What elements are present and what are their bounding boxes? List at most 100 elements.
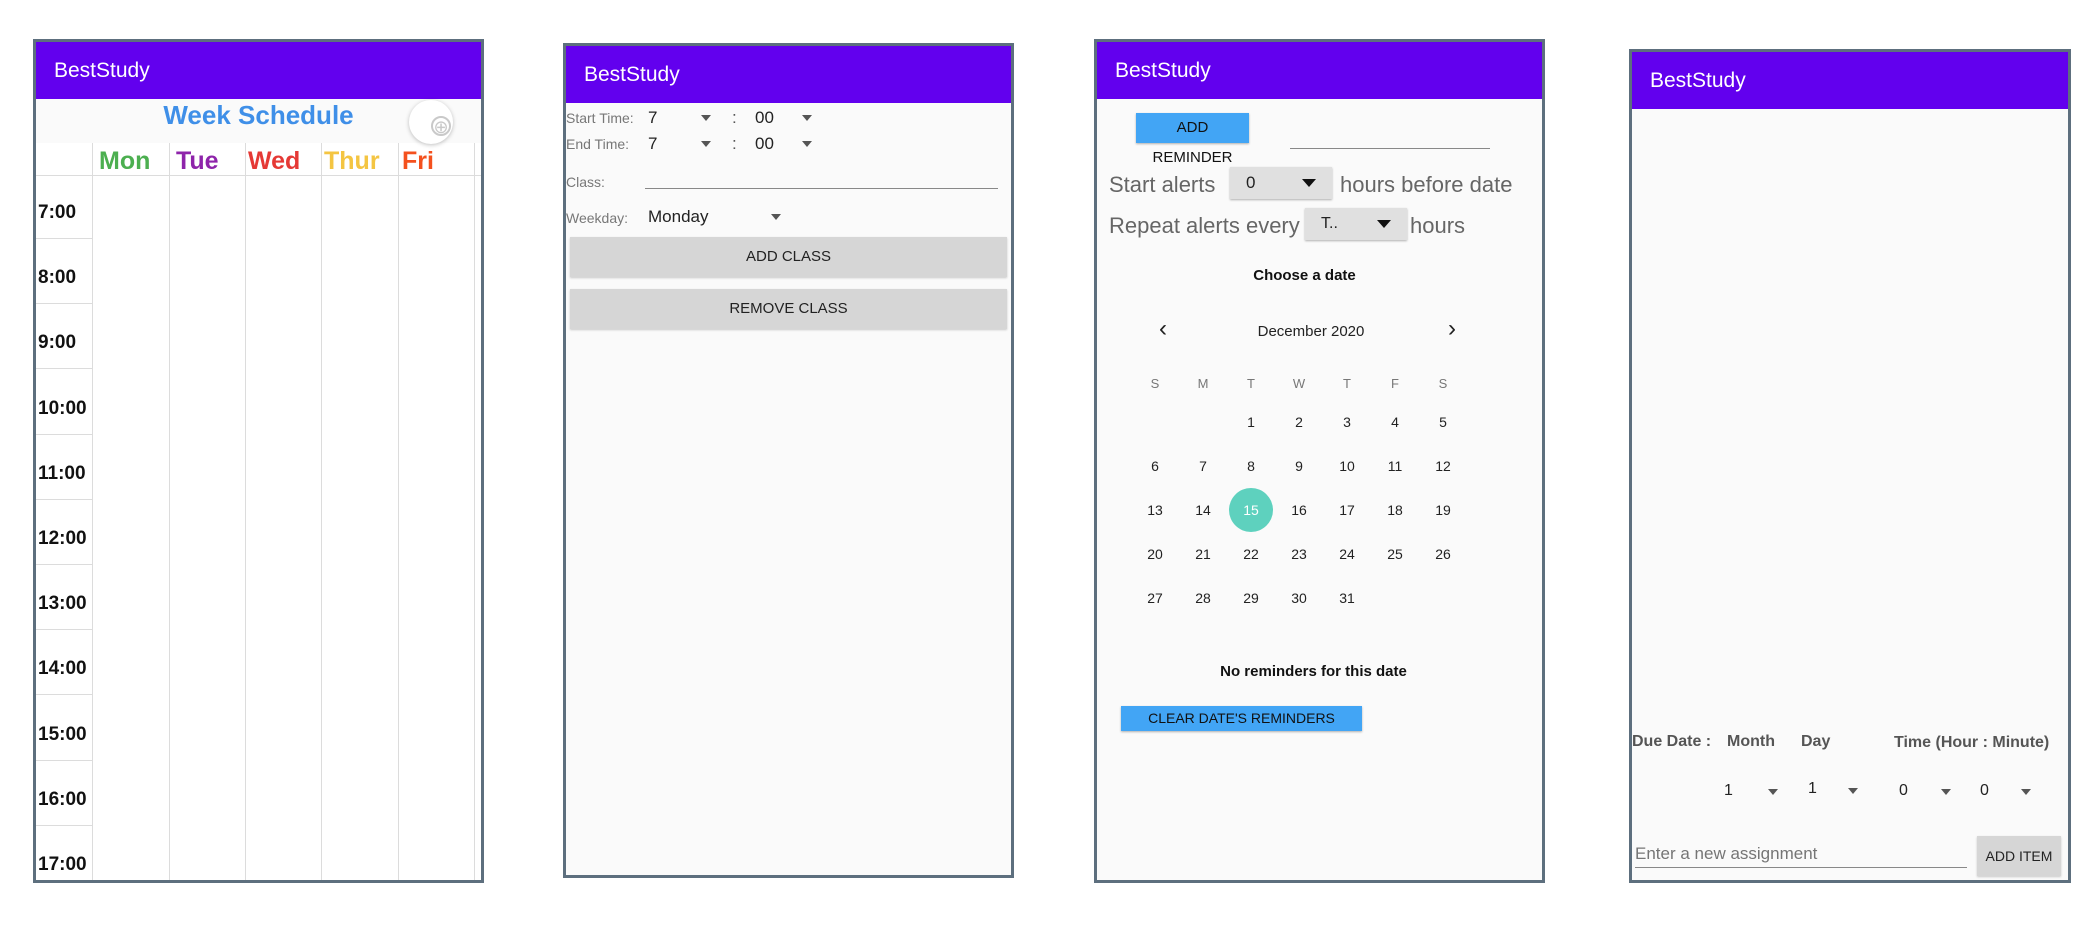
calendar-day[interactable]: 21 [1181,532,1225,576]
day-header-tue: Tue [176,147,219,175]
assignments-screen: BestStudy Due Date : Month Day Time (Hou… [1629,49,2071,883]
minute-value: 0 [1980,782,1989,799]
calendar-day[interactable]: 4 [1373,400,1417,444]
clear-reminders-button[interactable]: CLEAR DATE'S REMINDERS [1121,706,1362,731]
weekday-header: W [1292,376,1306,391]
calendar-day[interactable]: 17 [1325,488,1369,532]
calendar-day[interactable]: 29 [1229,576,1273,620]
assignment-input[interactable] [1635,841,1967,868]
hour-label: 11:00 [38,462,86,484]
time-separator: : [732,134,737,153]
dropdown-arrow-icon [802,141,812,147]
dropdown-arrow-icon [701,141,711,147]
start-time-label: Start Time: [566,110,634,126]
end-hour-value: 7 [648,134,658,153]
calendar-day[interactable]: 18 [1373,488,1417,532]
class-name-input[interactable] [645,166,998,189]
calendar-day[interactable]: 30 [1277,576,1321,620]
hour-value: 0 [1899,782,1908,799]
dropdown-arrow-icon [1768,789,1778,795]
calendar-day[interactable]: 25 [1373,532,1417,576]
reminder-text-input[interactable] [1290,124,1490,149]
day-header-thur: Thur [324,147,380,175]
start-alerts-label: Start alerts [1109,172,1216,197]
hour-label: 12:00 [38,528,87,549]
hour-divider [36,433,92,435]
crosshair-icon: ⊕ [431,116,451,136]
weekday-header: S [1438,376,1448,391]
end-time-label: End Time: [566,136,630,152]
weekday-spinner[interactable]: Monday [648,207,783,227]
calendar-day[interactable]: 27 [1133,576,1177,620]
month-spinner[interactable]: 1 [1718,780,1788,802]
hour-divider [36,238,92,239]
calendar-day[interactable]: 10 [1325,444,1369,488]
calendar-day[interactable]: 2 [1277,400,1321,444]
schedule-action-button[interactable]: ⊕ [409,100,453,144]
calendar-month-label: December 2020 [1257,323,1365,340]
calendar-day[interactable]: 5 [1421,400,1465,444]
calendar-day[interactable]: 24 [1325,532,1369,576]
calendar-day[interactable]: 6 [1133,444,1177,488]
day-spinner[interactable]: 1 [1802,780,1872,802]
day-label: Day [1801,733,1831,750]
end-minute-spinner[interactable]: 00 [755,134,819,154]
grid-column-line [474,143,475,880]
repeat-alerts-spinner[interactable]: T.. [1305,208,1407,240]
add-item-button[interactable]: ADD ITEM [1977,836,2061,876]
minute-spinner[interactable]: 0 [1974,780,2044,802]
repeat-alerts-value: T.. [1321,215,1338,232]
add-reminder-button[interactable]: ADD REMINDER [1136,113,1249,166]
calendar-day[interactable]: 16 [1277,488,1321,532]
day-header-mon: Mon [99,147,151,175]
calendar-day[interactable]: 28 [1181,576,1225,620]
calendar-day[interactable]: 7 [1181,444,1225,488]
calendar-day[interactable]: 3 [1325,400,1369,444]
app-bar-title: BestStudy [1097,42,1542,99]
add-class-button[interactable]: ADD CLASS [570,237,1007,277]
hour-label: 13:00 [38,593,87,615]
calendar-day[interactable]: 8 [1229,444,1273,488]
grid-column-line [92,143,93,880]
calendar-day[interactable]: 31 [1325,576,1369,620]
calendar-day[interactable]: 14 [1181,488,1225,532]
calendar-day[interactable]: 26 [1421,532,1465,576]
calendar-day[interactable]: 9 [1277,444,1321,488]
start-alerts-spinner[interactable]: 0 [1230,167,1332,199]
day-header-wed: Wed [248,147,301,175]
choose-date-label: Choose a date [1253,267,1356,284]
calendar-day[interactable]: 22 [1229,532,1273,576]
start-minute-spinner[interactable]: 00 [755,108,819,128]
calendar-day[interactable]: 13 [1133,488,1177,532]
weekday-header: T [1247,376,1255,391]
hour-label: 17:00 [38,854,87,875]
calendar-day[interactable]: 11 [1373,444,1417,488]
dropdown-arrow-icon [802,115,812,121]
hour-divider [36,564,92,565]
weekday-value: Monday [648,207,709,226]
hour-spinner[interactable]: 0 [1893,780,1963,802]
hour-label: 15:00 [38,723,87,745]
end-hour-spinner[interactable]: 7 [648,134,720,154]
grid-column-line [169,143,170,880]
chevron-right-icon[interactable]: › [1448,315,1456,343]
app-bar-title: BestStudy [36,42,481,99]
calendar-day[interactable]: 12 [1421,444,1465,488]
app-bar-title: BestStudy [566,46,1011,103]
calendar-day[interactable]: 20 [1133,532,1177,576]
class-label: Class: [566,174,605,190]
reminders-screen: BestStudy ADD REMINDER Start alerts 0 ho… [1094,39,1545,883]
no-reminders-text: No reminders for this date [1220,663,1407,680]
calendar-day[interactable]: 1 [1229,400,1273,444]
time-label: Time (Hour : Minute) [1894,734,2050,751]
dropdown-arrow-icon [1848,788,1858,794]
weekday-label: Weekday: [566,210,628,226]
calendar-day-selected[interactable]: 15 [1229,488,1273,532]
calendar-day[interactable]: 23 [1277,532,1321,576]
remove-class-button[interactable]: REMOVE CLASS [570,289,1007,329]
day-value: 1 [1808,780,1817,797]
hour-label: 14:00 [38,658,87,680]
start-hour-spinner[interactable]: 7 [648,108,720,128]
add-class-screen: BestStudy Start Time: 7 : 00 End Time: 7… [563,43,1014,878]
calendar-day[interactable]: 19 [1421,488,1465,532]
